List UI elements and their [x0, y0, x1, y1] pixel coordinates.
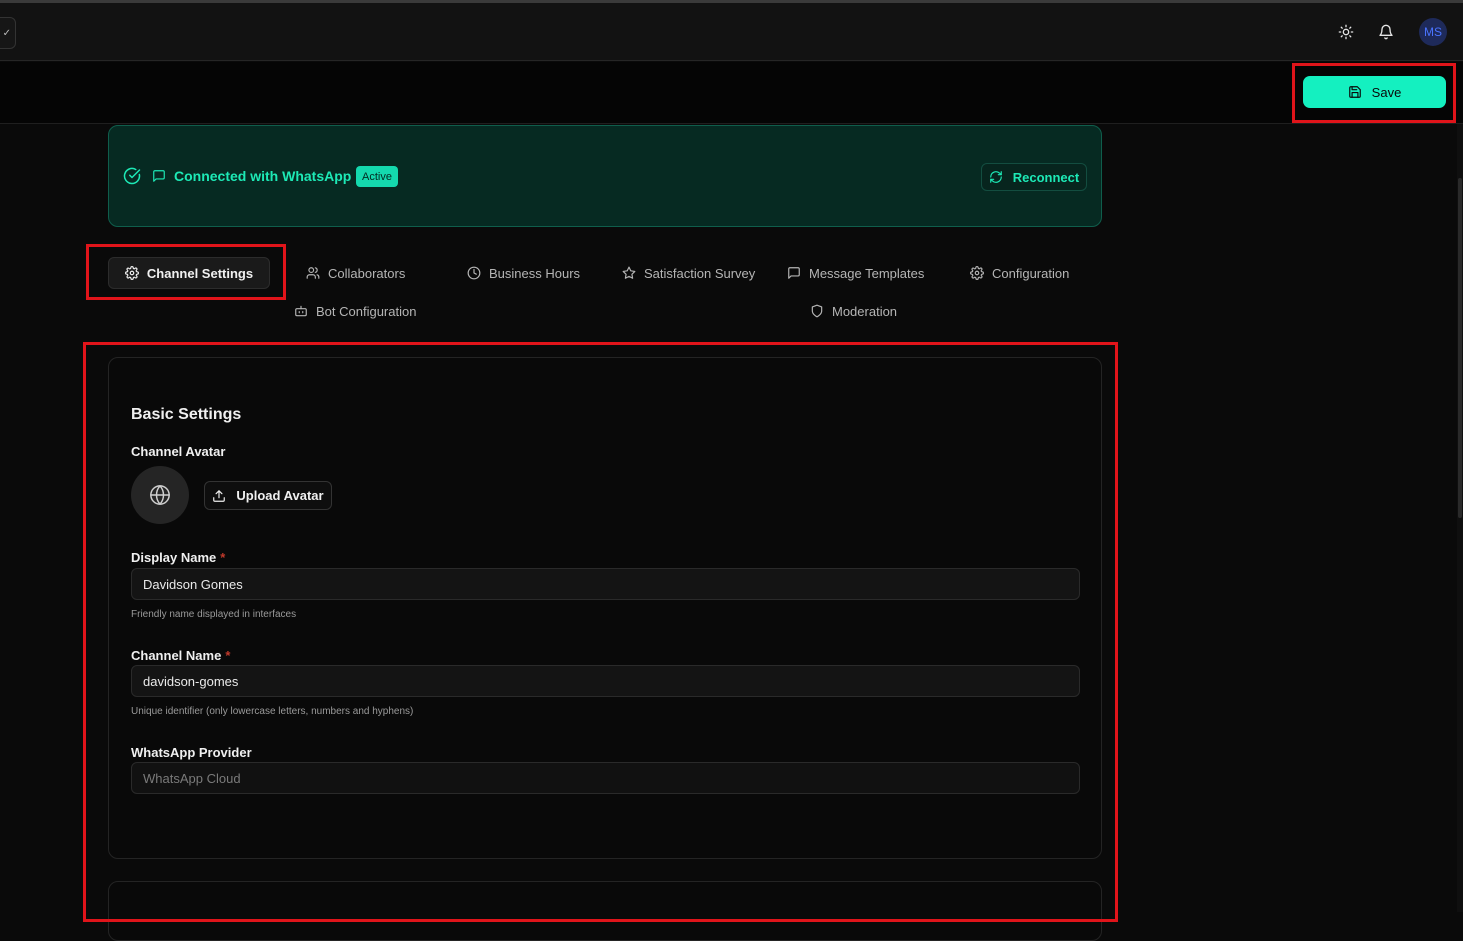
sun-icon[interactable] — [1337, 23, 1355, 41]
message-icon — [152, 169, 166, 188]
content-highlight-box — [83, 342, 1118, 922]
status-badge: Active — [356, 166, 398, 187]
tab-label: Bot Configuration — [316, 303, 417, 319]
sidebar-toggle-button[interactable]: ✓ — [0, 17, 16, 49]
bot-icon — [295, 305, 307, 317]
clock-icon — [467, 266, 481, 280]
reconnect-label: Reconnect — [1012, 169, 1080, 185]
tab-label: Message Templates — [809, 265, 925, 281]
tab-label: Channel Settings — [146, 265, 254, 281]
tab-channel-settings[interactable]: Channel Settings — [108, 257, 270, 289]
tab-label: Business Hours — [489, 265, 581, 281]
check-circle-icon — [123, 167, 141, 190]
tab-label: Collaborators — [328, 265, 406, 281]
message-icon — [788, 267, 800, 279]
connection-title: Connected with WhatsApp — [174, 168, 352, 184]
chevron-icon: ✓ — [2, 27, 11, 39]
users-icon — [306, 267, 320, 279]
save-button[interactable]: Save — [1303, 76, 1446, 108]
tab-business-hours[interactable]: Business Hours — [467, 263, 580, 283]
connection-banner: Connected with WhatsApp Active Reconnect — [108, 125, 1102, 227]
shield-icon — [811, 304, 823, 318]
tab-message-templates[interactable]: Message Templates — [787, 263, 924, 283]
save-icon — [1348, 86, 1361, 98]
bell-icon[interactable] — [1377, 23, 1395, 41]
refresh-icon — [989, 171, 1002, 183]
star-icon — [622, 266, 636, 279]
top-bar: ✓ MS — [0, 3, 1463, 61]
scrollbar-thumb[interactable] — [1458, 178, 1462, 518]
user-initials: MS — [1424, 25, 1442, 39]
tab-bot-configuration[interactable]: Bot Configuration — [294, 301, 416, 321]
tab-satisfaction-survey[interactable]: Satisfaction Survey — [622, 263, 755, 283]
reconnect-button[interactable]: Reconnect — [981, 163, 1087, 191]
save-button-label: Save — [1371, 84, 1402, 100]
tab-label: Satisfaction Survey — [644, 265, 756, 281]
tab-label: Moderation — [832, 303, 898, 319]
gear-icon — [970, 266, 984, 280]
tab-configuration[interactable]: Configuration — [970, 263, 1069, 283]
action-bar — [0, 62, 1463, 124]
tab-moderation[interactable]: Moderation — [810, 301, 897, 321]
tab-collaborators[interactable]: Collaborators — [306, 263, 405, 283]
gear-icon — [124, 266, 139, 280]
tab-label: Configuration — [992, 265, 1070, 281]
user-avatar[interactable]: MS — [1419, 18, 1447, 46]
